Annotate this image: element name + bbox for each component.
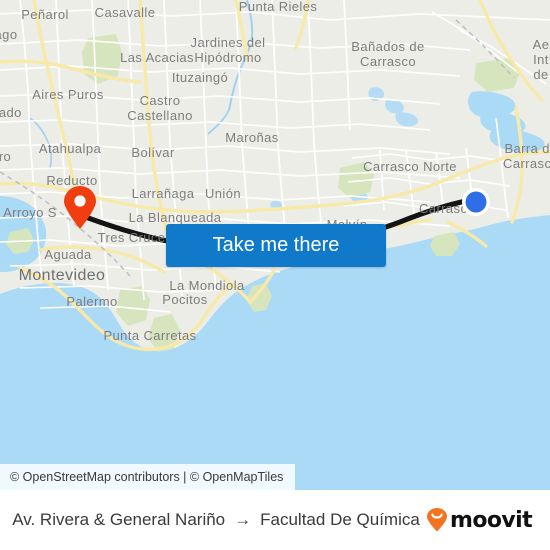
moovit-logo[interactable]: moovit [426,508,550,533]
take-me-there-button[interactable]: Take me there [166,224,386,267]
moovit-pin-icon [426,508,448,532]
origin-pin-icon[interactable] [63,186,97,230]
route-summary: Av. Rivera & General Nariño → Facultad D… [0,510,426,530]
map-attribution: © OpenStreetMap contributors | © OpenMap… [0,464,296,490]
map-canvas[interactable]: PeñarolCasavallePunta RielesagoLas Acaci… [0,0,550,490]
arrow-right-icon: → [234,509,252,529]
route-destination-label: Facultad De Química [260,510,420,529]
footer-bar: Av. Rivera & General Nariño → Facultad D… [0,490,550,550]
destination-dot-icon[interactable] [461,187,491,217]
moovit-route-map-screenshot: PeñarolCasavallePunta RielesagoLas Acaci… [0,0,550,550]
moovit-wordmark: moovit [450,507,533,533]
route-origin-label: Av. Rivera & General Nariño [12,510,226,529]
